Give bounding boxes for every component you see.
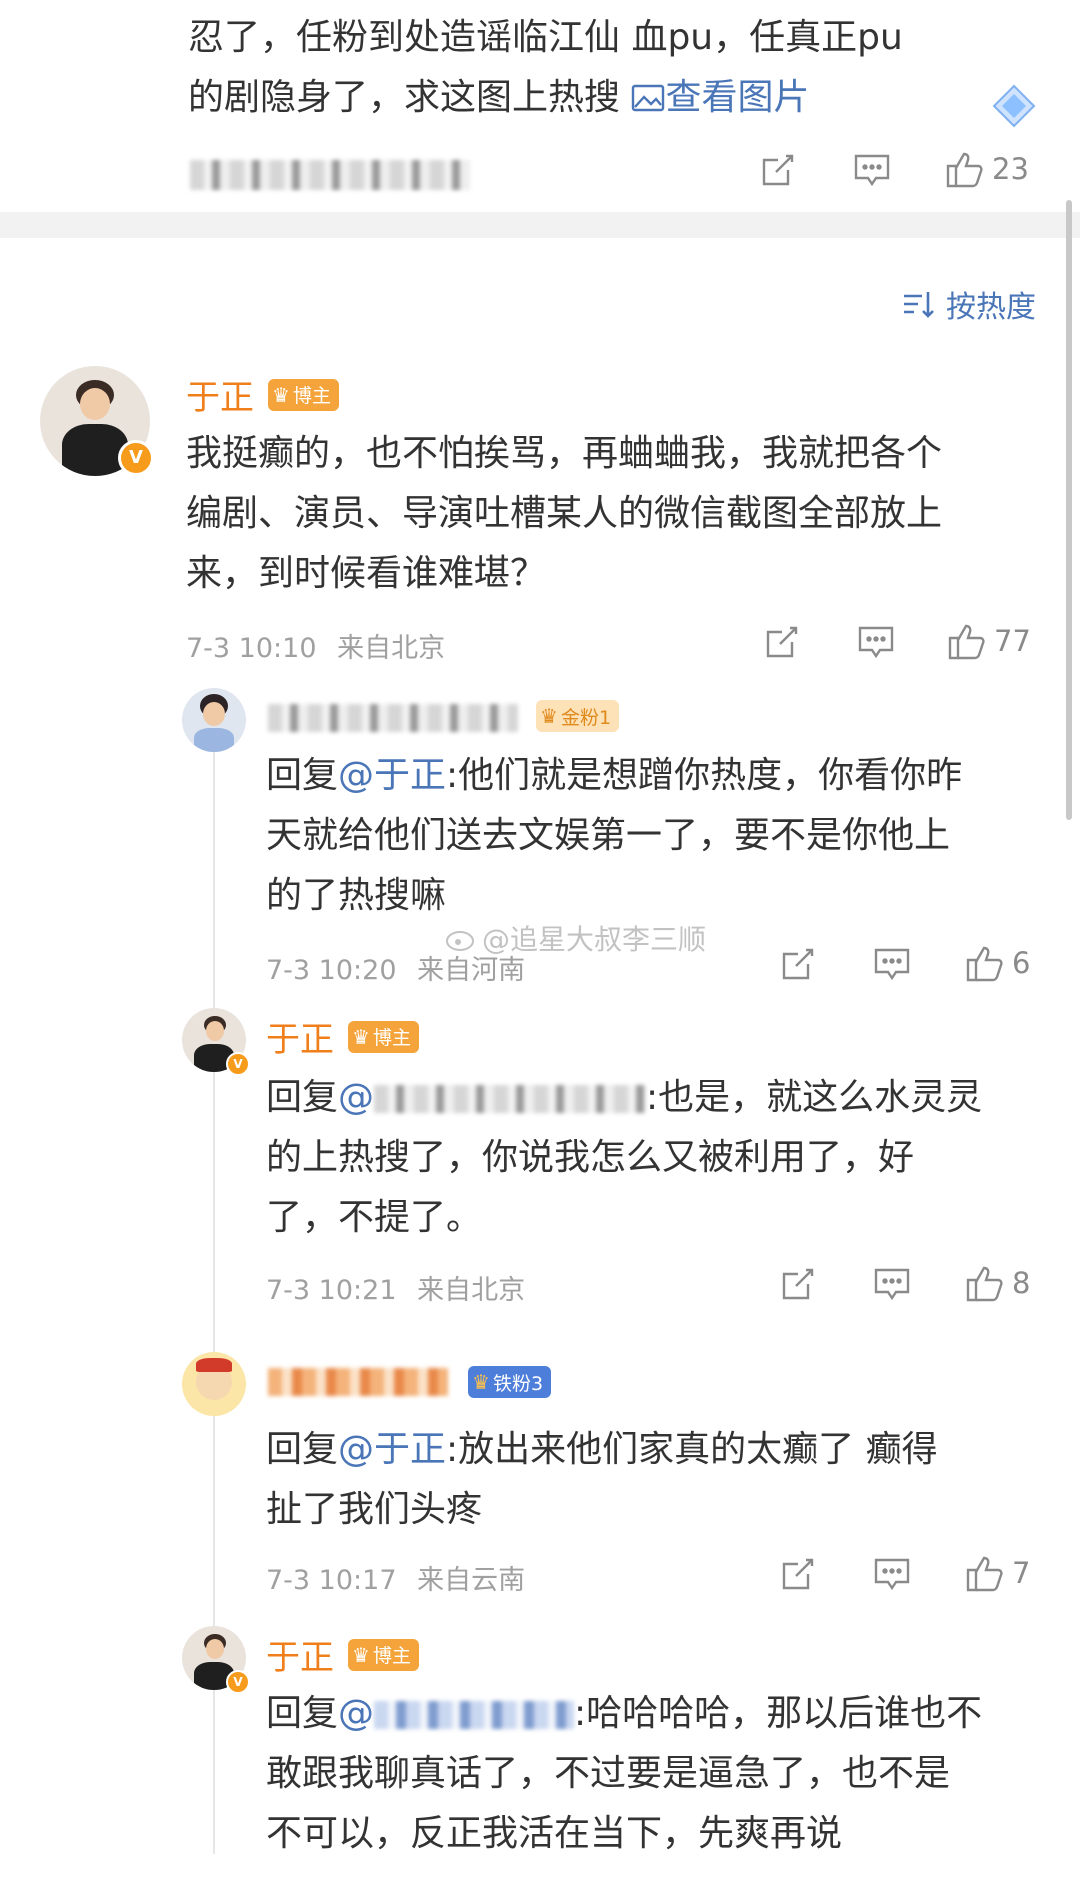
mention-link[interactable]: @ — [338, 1077, 374, 1118]
top-comment-text: 忍了，任粉到处造谣临江仙 血pu，任真正pu 的剧隐身了，求这图上热搜 查看图片 — [188, 8, 1038, 128]
section-divider — [0, 212, 1080, 238]
reply-text: 回复@于正:他们就是想蹭你热度，你看你昨 天就给他们送去文娱第一了，要不是你他上… — [266, 755, 963, 916]
like-button[interactable]: 6 — [964, 942, 1030, 984]
share-icon — [766, 626, 798, 658]
like-count: 7 — [1012, 1556, 1031, 1590]
comment-button[interactable] — [872, 944, 912, 984]
crown-icon: ♛ — [352, 1024, 370, 1049]
comment-button[interactable] — [872, 1554, 912, 1594]
share-button[interactable] — [758, 150, 798, 190]
thumbs-up-icon — [946, 152, 983, 188]
timestamp: 7-3 10:10 — [186, 633, 317, 664]
blogger-badge: ♛ 博主 — [348, 1020, 419, 1053]
crown-icon: ♛ — [352, 1642, 370, 1667]
avatar[interactable] — [182, 688, 246, 752]
sort-by-heat-button[interactable]: 按热度 — [900, 282, 1036, 326]
comment-button[interactable] — [856, 622, 896, 662]
comment-author-row: 于正 ♛ 博主 — [186, 370, 339, 419]
iron-fan-badge: ♛ 铁粉3 — [468, 1366, 552, 1398]
comment-icon — [858, 626, 894, 659]
avatar[interactable] — [182, 1352, 246, 1416]
crown-icon: ♛ — [472, 1370, 490, 1394]
top-comment-line1: 忍了，任粉到处造谣临江仙 血pu，任真正pu — [188, 17, 903, 58]
redacted-username — [374, 1701, 575, 1729]
share-icon — [782, 1268, 814, 1300]
verified-badge-icon: V — [226, 1052, 250, 1076]
mention-link[interactable]: @于正 — [338, 755, 446, 796]
comment-icon — [874, 948, 910, 981]
sort-icon — [904, 292, 934, 318]
timestamp: 7-3 10:21 — [266, 1275, 397, 1306]
verified-badge-icon: V — [226, 1670, 250, 1694]
crown-icon: ♛ — [540, 704, 558, 728]
share-button[interactable] — [778, 1554, 818, 1594]
top-comment-line2: 的剧隐身了，求这图上热搜 — [188, 77, 632, 118]
image-icon — [632, 84, 665, 112]
reply-author[interactable]: 于正 — [266, 1012, 334, 1061]
reply-meta: 7-3 10:21 来自北京 — [266, 1268, 525, 1307]
reply-author-row: 于正 ♛ 博主 — [266, 1630, 419, 1679]
verified-badge-icon: V — [118, 440, 154, 476]
share-icon — [782, 948, 814, 980]
fan-badge: ♛ 金粉1 — [536, 700, 620, 732]
thumbs-up-icon — [966, 1556, 1003, 1592]
crown-icon: ♛ — [272, 382, 290, 407]
like-count: 6 — [1012, 946, 1031, 980]
comment-author[interactable]: 于正 — [186, 370, 254, 419]
reply-author-row: 于正 ♛ 博主 — [266, 1012, 419, 1061]
share-icon — [762, 154, 794, 186]
timestamp: 7-3 10:17 — [266, 1565, 397, 1596]
comment-button[interactable] — [852, 150, 892, 190]
share-button[interactable] — [778, 944, 818, 984]
like-count: 8 — [1012, 1266, 1031, 1300]
reply-text: 回复@:也是，就这么水灵灵 的上热搜了，你说我怎么又被利用了，好 了，不提了。 — [266, 1077, 983, 1238]
blogger-badge: ♛ 博主 — [348, 1638, 419, 1671]
thumbs-up-icon — [948, 624, 985, 660]
share-button[interactable] — [762, 622, 802, 662]
timestamp: 7-3 10:20 — [266, 955, 397, 986]
comment-text: 我挺癫的，也不怕挨骂，再蛐蛐我，我就把各个 编剧、演员、导演吐槽某人的微信截图全… — [186, 433, 943, 594]
reply-text: 回复@于正:放出来他们家真的太癫了 癫得 扯了我们头疼 — [266, 1429, 938, 1530]
mention-link[interactable]: @于正 — [338, 1429, 446, 1470]
share-button[interactable] — [778, 1264, 818, 1304]
like-count: 77 — [994, 624, 1031, 658]
like-button[interactable]: 8 — [964, 1262, 1030, 1304]
reply-author[interactable]: 于正 — [266, 1630, 334, 1679]
diamond-decoration-icon — [990, 82, 1038, 130]
reply-meta: 7-3 10:17 来自云南 — [266, 1558, 525, 1597]
comment-icon — [874, 1268, 910, 1301]
share-icon — [782, 1558, 814, 1590]
reply-meta: 7-3 10:20 来自河南 — [266, 948, 525, 987]
scrollbar[interactable] — [1066, 200, 1072, 820]
like-button[interactable]: 23 — [944, 148, 1029, 190]
location: 来自云南 — [417, 1565, 526, 1596]
comment-icon — [854, 154, 890, 187]
blogger-badge: ♛ 博主 — [268, 378, 339, 411]
like-button[interactable]: 7 — [964, 1552, 1030, 1594]
comment-icon — [874, 1558, 910, 1591]
redacted-username — [190, 160, 470, 190]
comment-button[interactable] — [872, 1264, 912, 1304]
redacted-username — [268, 704, 518, 732]
thumbs-up-icon — [966, 946, 1003, 982]
view-image-link[interactable]: 查看图片 — [631, 77, 809, 118]
redacted-username — [268, 1368, 448, 1396]
location: 来自北京 — [417, 1275, 526, 1306]
reply-text: 回复@:哈哈哈哈，那以后谁也不 敢跟我聊真话了，不过要是逼急了，也不是 不可以，… — [266, 1693, 983, 1854]
mention-link[interactable]: @ — [338, 1693, 374, 1734]
location: 来自北京 — [337, 633, 446, 664]
location: 来自河南 — [417, 955, 526, 986]
like-count: 23 — [992, 152, 1029, 186]
like-button[interactable]: 77 — [946, 620, 1031, 662]
thumbs-up-icon — [966, 1266, 1003, 1302]
comment-meta: 7-3 10:10 来自北京 — [186, 626, 445, 665]
redacted-username — [374, 1085, 647, 1113]
